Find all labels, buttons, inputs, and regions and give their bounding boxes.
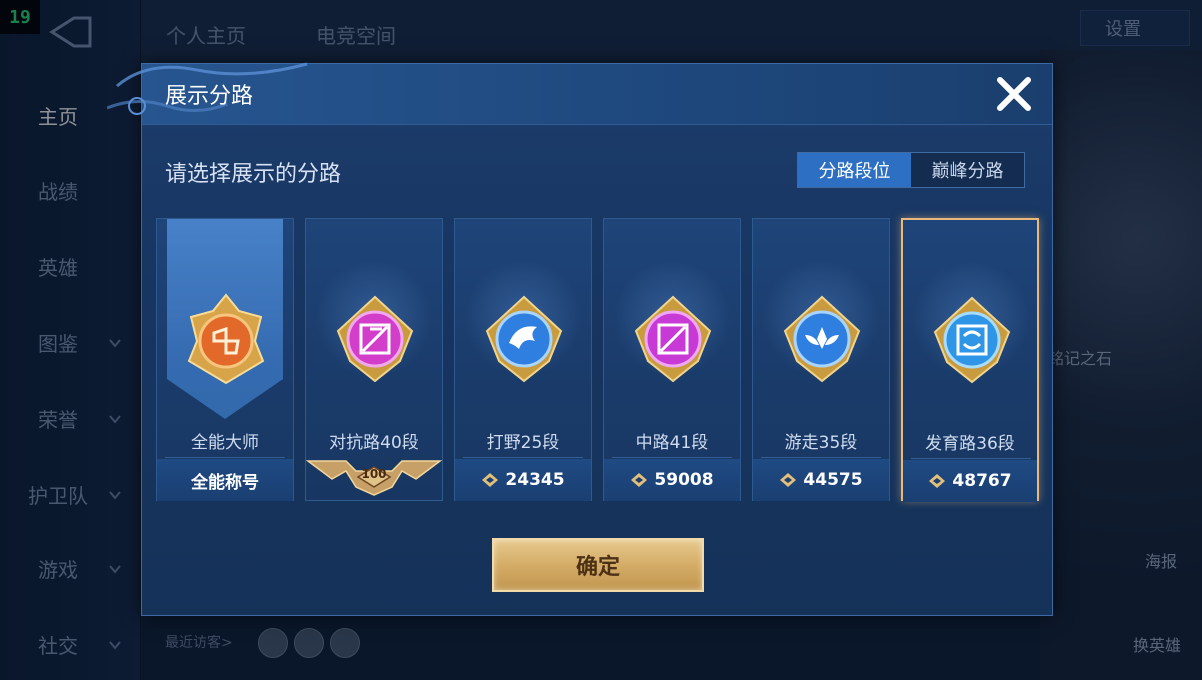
divider — [911, 458, 1031, 459]
card-footer: 59008 — [604, 459, 740, 501]
lane-card-mid[interactable]: 中路41段 59008 — [603, 218, 741, 501]
card-footer: 44575 — [753, 459, 889, 501]
lane-card-roam[interactable]: 游走35段 44575 — [752, 218, 890, 501]
peak-points-icon — [780, 473, 797, 487]
card-name: 发育路36段 — [925, 434, 1015, 454]
dialog-title: 展示分路 — [165, 84, 254, 109]
card-name: 打野25段 — [486, 433, 560, 453]
divider — [612, 457, 732, 458]
clash-lane-emblem-icon — [336, 295, 414, 383]
card-name: 中路41段 — [635, 433, 709, 453]
lane-card-farm[interactable]: 发育路36段 48767 — [901, 218, 1039, 502]
divider — [761, 457, 881, 458]
lane-card-jungle[interactable]: 打野25段 24345 — [454, 218, 592, 501]
roam-lane-emblem-icon — [783, 295, 861, 383]
toggle-lane-rank[interactable]: 分路段位 — [798, 153, 911, 187]
peak-points-icon — [929, 474, 946, 488]
all-round-emblem-icon — [187, 293, 265, 385]
toggle-peak-lane[interactable]: 巅峰分路 — [911, 153, 1024, 187]
card-footer: 24345 — [455, 459, 591, 501]
card-name: 全能大师 — [191, 433, 259, 453]
lane-card-all-round[interactable]: 全能大师 全能称号 — [156, 218, 294, 501]
card-name: 对抗路40段 — [329, 433, 419, 453]
peak-points-icon — [482, 473, 499, 487]
farm-lane-emblem-icon — [933, 296, 1011, 384]
jungle-lane-emblem-icon — [485, 295, 563, 383]
card-name: 游走35段 — [784, 433, 858, 453]
divider — [165, 457, 285, 458]
confirm-button[interactable]: 确定 — [492, 538, 704, 592]
card-footer: 48767 — [903, 460, 1037, 502]
mid-lane-emblem-icon — [634, 295, 712, 383]
divider — [463, 457, 583, 458]
peak-points-icon — [631, 473, 648, 487]
dialog-header: 展示分路 — [107, 62, 1052, 125]
lane-card-clash[interactable]: 对抗路40段 100 — [305, 218, 443, 501]
ribbon-value: 100 — [361, 467, 387, 481]
dialog-subtitle: 请选择展示的分路 — [165, 162, 342, 187]
lane-display-dialog: 展示分路 请选择展示的分路 分路段位 巅峰分路 全能大师 全能称号 对抗路40段 — [107, 62, 1053, 616]
lane-mode-toggle: 分路段位 巅峰分路 — [797, 152, 1025, 188]
close-icon[interactable] — [994, 74, 1034, 114]
card-footer: 全能称号 — [157, 459, 293, 501]
